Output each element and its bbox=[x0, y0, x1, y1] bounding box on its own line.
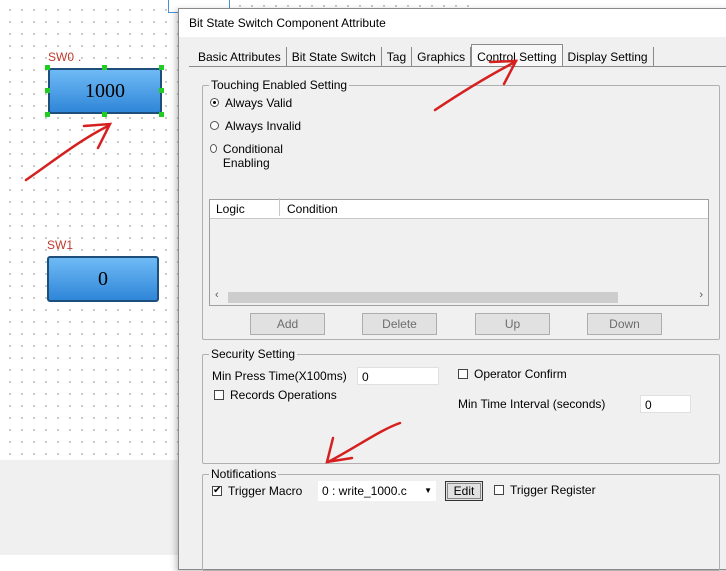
sw1-switch[interactable]: 0 bbox=[47, 256, 159, 302]
grid-header: Logic Condition bbox=[210, 198, 708, 219]
selection-handle[interactable] bbox=[45, 65, 50, 70]
grid-col-logic: Logic bbox=[216, 202, 245, 216]
edit-macro-button[interactable]: Edit bbox=[445, 481, 483, 501]
up-button[interactable]: Up bbox=[475, 313, 550, 335]
scroll-left-icon[interactable]: ‹ bbox=[215, 289, 219, 301]
sw1-label: SW1 bbox=[47, 238, 74, 252]
notifications-group: Notifications ✔ Trigger Macro 0 : write_… bbox=[202, 467, 720, 571]
radio-unselected-icon bbox=[210, 144, 217, 153]
tab-basic-attributes[interactable]: Basic Attributes bbox=[193, 47, 287, 67]
radio-conditional-enabling[interactable]: Conditional Enabling bbox=[210, 142, 300, 170]
tab-control-setting[interactable]: Control Setting bbox=[471, 44, 563, 67]
notifications-title: Notifications bbox=[209, 467, 279, 481]
sw0-label-dot: . bbox=[78, 50, 82, 64]
radio-unselected-icon bbox=[210, 121, 219, 130]
checkbox-unchecked-icon bbox=[458, 369, 468, 379]
touching-enabled-title: Touching Enabled Setting bbox=[209, 78, 350, 92]
tab-strip: Basic Attributes Bit State Switch Tag Gr… bbox=[193, 44, 654, 67]
trigger-macro-checkbox[interactable]: ✔ Trigger Macro bbox=[212, 484, 302, 498]
grid-horizontal-scrollbar[interactable]: ‹ › bbox=[210, 289, 708, 305]
scroll-right-icon[interactable]: › bbox=[699, 289, 703, 301]
grid-col-divider bbox=[279, 198, 280, 216]
tab-bit-state-switch[interactable]: Bit State Switch bbox=[287, 47, 382, 67]
selection-handle[interactable] bbox=[45, 112, 50, 117]
radio-always-valid-label: Always Valid bbox=[225, 96, 293, 110]
canvas-bottom-area bbox=[0, 460, 186, 555]
dialog-title: Bit State Switch Component Attribute bbox=[179, 9, 726, 37]
scroll-thumb[interactable] bbox=[228, 292, 618, 303]
radio-always-invalid-label: Always Invalid bbox=[225, 119, 302, 133]
macro-select[interactable]: 0 : write_1000.c ▼ bbox=[318, 481, 436, 501]
checkbox-unchecked-icon bbox=[214, 390, 224, 400]
sw0-label: SW0 bbox=[48, 50, 75, 64]
checkbox-unchecked-icon bbox=[494, 485, 504, 495]
records-operations-checkbox[interactable]: Records Operations bbox=[214, 388, 337, 402]
radio-always-invalid[interactable]: Always Invalid bbox=[210, 119, 301, 133]
selection-handle[interactable] bbox=[159, 65, 164, 70]
add-button[interactable]: Add bbox=[250, 313, 325, 335]
tab-graphics[interactable]: Graphics bbox=[412, 47, 472, 67]
trigger-macro-label: Trigger Macro bbox=[228, 484, 303, 498]
operator-confirm-label: Operator Confirm bbox=[474, 367, 567, 381]
tab-display-setting[interactable]: Display Setting bbox=[563, 47, 654, 67]
chevron-down-icon: ▼ bbox=[424, 486, 432, 495]
selection-handle[interactable] bbox=[102, 65, 107, 70]
min-time-interval-input[interactable]: 0 bbox=[640, 395, 691, 413]
min-time-interval-label: Min Time Interval (seconds) bbox=[458, 397, 606, 411]
down-button[interactable]: Down bbox=[587, 313, 662, 335]
sw1-value: 0 bbox=[98, 267, 108, 290]
macro-select-value: 0 : write_1000.c bbox=[322, 484, 407, 498]
condition-grid[interactable]: Logic Condition ‹ › bbox=[209, 198, 709, 306]
selection-handle[interactable] bbox=[102, 112, 107, 117]
checkbox-checked-icon: ✔ bbox=[212, 485, 222, 496]
security-setting-title: Security Setting bbox=[209, 347, 298, 361]
tab-tag[interactable]: Tag bbox=[382, 47, 413, 67]
radio-selected-icon bbox=[210, 98, 219, 107]
touching-enabled-group: Touching Enabled Setting Always Valid Al… bbox=[202, 78, 720, 340]
selection-handle[interactable] bbox=[159, 112, 164, 117]
security-setting-group: Security Setting Min Press Time(X100ms) … bbox=[202, 347, 720, 464]
grid-col-condition: Condition bbox=[287, 202, 338, 216]
min-press-time-label: Min Press Time(X100ms) bbox=[212, 369, 347, 383]
trigger-register-label: Trigger Register bbox=[510, 483, 596, 497]
operator-confirm-checkbox[interactable]: Operator Confirm bbox=[458, 367, 567, 381]
sw0-switch[interactable]: 1000 bbox=[48, 68, 162, 114]
delete-button[interactable]: Delete bbox=[362, 313, 437, 335]
selection-handle[interactable] bbox=[159, 88, 164, 93]
trigger-register-checkbox[interactable]: Trigger Register bbox=[494, 483, 596, 497]
radio-conditional-enabling-label: Conditional Enabling bbox=[222, 142, 283, 170]
component-attribute-dialog: Bit State Switch Component Attribute Bas… bbox=[178, 8, 726, 571]
radio-always-valid[interactable]: Always Valid bbox=[210, 96, 292, 110]
sw0-value: 1000 bbox=[85, 79, 125, 102]
min-press-time-input[interactable]: 0 bbox=[357, 367, 439, 385]
selection-handle[interactable] bbox=[45, 88, 50, 93]
records-operations-label: Records Operations bbox=[230, 388, 337, 402]
